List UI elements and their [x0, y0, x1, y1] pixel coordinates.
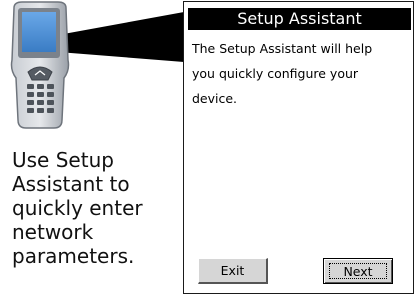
handheld-computer-icon — [10, 1, 184, 129]
setup-assistant-screen: Setup Assistant The Setup Assistant will… — [183, 1, 414, 294]
next-button[interactable]: Next — [323, 258, 393, 284]
dialog-title: Setup Assistant — [188, 8, 411, 30]
dialog-body-text: The Setup Assistant will help you quickl… — [192, 41, 373, 106]
exit-button[interactable]: Exit — [198, 258, 268, 284]
leader-wedge — [58, 12, 184, 62]
device-screen — [22, 12, 56, 52]
next-button-label: Next — [343, 263, 373, 279]
exit-button-label: Exit — [220, 263, 245, 278]
caption-text: Use Setup Assistant to quickly enter net… — [12, 148, 143, 268]
device-nav-button — [27, 66, 53, 81]
